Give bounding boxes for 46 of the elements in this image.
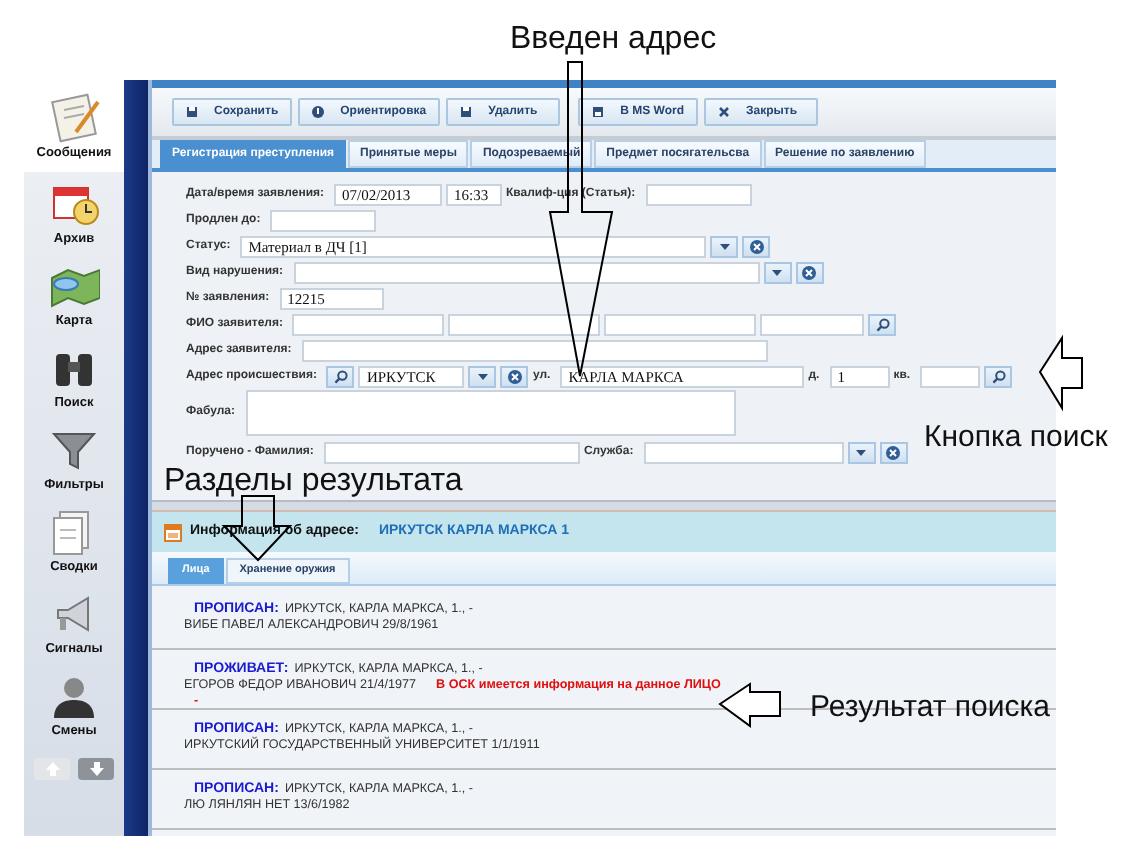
input-field[interactable] bbox=[301, 339, 768, 361]
up-arrow-icon bbox=[45, 762, 59, 776]
clear-button[interactable] bbox=[879, 441, 908, 463]
dropdown-button[interactable] bbox=[468, 365, 497, 387]
clear-icon bbox=[886, 445, 901, 459]
clear-icon bbox=[749, 239, 764, 253]
input-field[interactable] bbox=[604, 313, 757, 335]
search-button[interactable] bbox=[868, 313, 897, 335]
caret-icon bbox=[719, 243, 730, 249]
input-field[interactable] bbox=[270, 209, 377, 231]
annotation-text: Кнопка поиск bbox=[924, 422, 1108, 452]
input-field[interactable] bbox=[643, 441, 844, 463]
down-arrow-icon bbox=[89, 762, 103, 776]
caret-icon bbox=[477, 373, 488, 379]
search-icon bbox=[991, 369, 1006, 383]
clear-button[interactable] bbox=[742, 235, 771, 257]
close-icon bbox=[718, 106, 730, 118]
input-field[interactable] bbox=[920, 365, 981, 387]
search-button[interactable] bbox=[984, 365, 1013, 387]
input-field[interactable] bbox=[448, 313, 601, 335]
search-button[interactable] bbox=[326, 365, 355, 387]
input-field[interactable] bbox=[292, 313, 445, 335]
annotation-text: Результат поиска bbox=[810, 692, 1050, 722]
caret-icon bbox=[772, 269, 783, 275]
clear-icon bbox=[802, 265, 817, 279]
scroll-down-button[interactable] bbox=[78, 758, 114, 780]
search-icon bbox=[333, 369, 348, 383]
input-field[interactable] bbox=[645, 183, 752, 205]
input-field[interactable] bbox=[323, 441, 580, 463]
select-field[interactable] bbox=[293, 261, 760, 283]
document-icon bbox=[592, 106, 605, 118]
clear-button[interactable] bbox=[500, 365, 529, 387]
caret-icon bbox=[856, 449, 867, 455]
input-field[interactable] bbox=[760, 313, 865, 335]
dropdown-button[interactable] bbox=[763, 261, 792, 283]
annotation-text: Введен адрес bbox=[510, 24, 717, 56]
annotation-arrow bbox=[1038, 334, 1083, 412]
annotation-text: Разделы результата bbox=[164, 466, 463, 498]
dropdown-button[interactable] bbox=[710, 235, 739, 257]
window-icon bbox=[164, 523, 182, 541]
dropdown-button[interactable] bbox=[847, 441, 876, 463]
search-icon bbox=[875, 317, 890, 331]
clear-icon bbox=[507, 369, 522, 383]
info-icon bbox=[312, 106, 325, 118]
annotation-arrow bbox=[718, 682, 781, 728]
clear-button[interactable] bbox=[795, 261, 824, 283]
